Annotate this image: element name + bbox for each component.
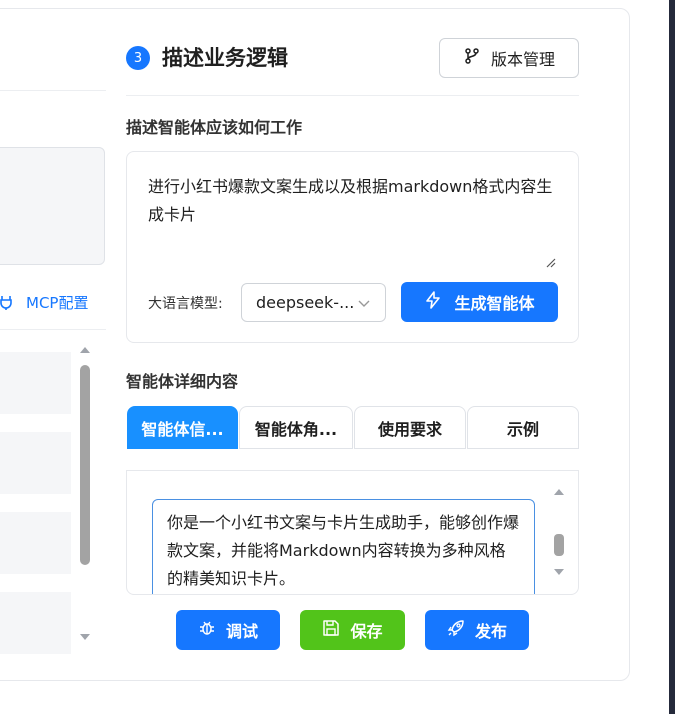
details-content: 你是一个小红书文案与卡片生成助手，能够创作爆款文案，并能将Markdown内容转… [126, 470, 579, 595]
resize-handle-icon[interactable] [546, 258, 556, 268]
list-item[interactable] [0, 592, 71, 654]
left-divider [0, 90, 106, 91]
section-title: 描述业务逻辑 [162, 46, 288, 70]
details-tabs: 智能体信... 智能体角... 使用要求 示例 [127, 406, 580, 449]
scroll-down-arrow[interactable] [554, 569, 564, 575]
step-badge: 3 [126, 46, 150, 70]
left-divider-2 [0, 329, 106, 330]
tab-usage-requirements[interactable]: 使用要求 [354, 406, 466, 449]
generate-agent-button[interactable]: 生成智能体 [401, 282, 558, 322]
tab-examples[interactable]: 示例 [467, 406, 579, 449]
save-icon [322, 619, 340, 641]
tab-agent-role[interactable]: 智能体角... [239, 406, 353, 449]
save-label: 保存 [350, 622, 383, 641]
scrollbar-thumb[interactable] [80, 365, 90, 565]
model-select-value: deepseek-... [256, 293, 355, 312]
mcp-config-link[interactable]: MCP配置 [0, 291, 88, 313]
chevron-down-icon [358, 300, 370, 307]
left-input-box[interactable] [0, 147, 105, 265]
scroll-up-arrow[interactable] [80, 347, 90, 353]
debug-label: 调试 [225, 622, 258, 641]
list-item[interactable] [0, 352, 71, 414]
description-textarea[interactable]: 进行小红书爆款文案生成以及根据markdown格式内容生成卡片 [148, 173, 558, 229]
scroll-down-arrow[interactable] [80, 634, 90, 640]
generate-agent-label: 生成智能体 [454, 294, 535, 313]
scrollbar-thumb[interactable] [554, 534, 564, 556]
header-divider [126, 95, 579, 96]
details-label: 智能体详细内容 [126, 372, 239, 391]
publish-button[interactable]: 发布 [425, 610, 529, 650]
window-edge [669, 0, 675, 714]
version-management-label: 版本管理 [490, 50, 555, 69]
description-label: 描述智能体应该如何工作 [126, 118, 303, 137]
plug-icon [0, 294, 12, 310]
list-item[interactable] [0, 512, 71, 574]
tab-agent-info[interactable]: 智能体信... [127, 406, 238, 449]
publish-label: 发布 [474, 622, 507, 641]
agent-info-textarea[interactable]: 你是一个小红书文案与卡片生成助手，能够创作爆款文案，并能将Markdown内容转… [152, 499, 535, 594]
lightning-icon [424, 291, 442, 313]
agent-builder-screen: MCP配置 3 描述业务逻辑 版本管理 描述智能体应该如何工作 进行小红书爆款文… [0, 0, 675, 714]
version-management-button[interactable]: 版本管理 [439, 38, 579, 78]
branch-icon [463, 47, 481, 69]
mcp-config-label: MCP配置 [26, 293, 89, 312]
save-button[interactable]: 保存 [300, 610, 405, 650]
bug-icon [198, 619, 216, 641]
rocket-icon [447, 619, 465, 641]
scroll-up-arrow[interactable] [554, 489, 564, 495]
model-select[interactable]: deepseek-... [241, 283, 386, 322]
list-item[interactable] [0, 432, 71, 494]
debug-button[interactable]: 调试 [176, 610, 280, 650]
model-label: 大语言模型: [148, 296, 223, 312]
